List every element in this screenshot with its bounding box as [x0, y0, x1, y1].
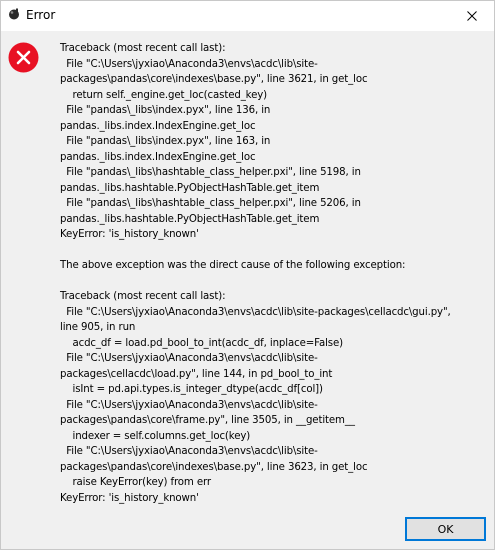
title-bar[interactable]: Error — [1, 1, 494, 31]
error-icon — [8, 42, 39, 73]
window-title: Error — [26, 8, 56, 22]
error-dialog-window: Error Traceback (most recent call last):… — [0, 0, 495, 550]
error-message: Traceback (most recent call last): File … — [60, 43, 451, 504]
close-button[interactable] — [450, 1, 494, 31]
python-app-icon — [9, 8, 19, 20]
close-icon — [467, 11, 477, 21]
ok-button[interactable]: OK — [405, 517, 486, 541]
